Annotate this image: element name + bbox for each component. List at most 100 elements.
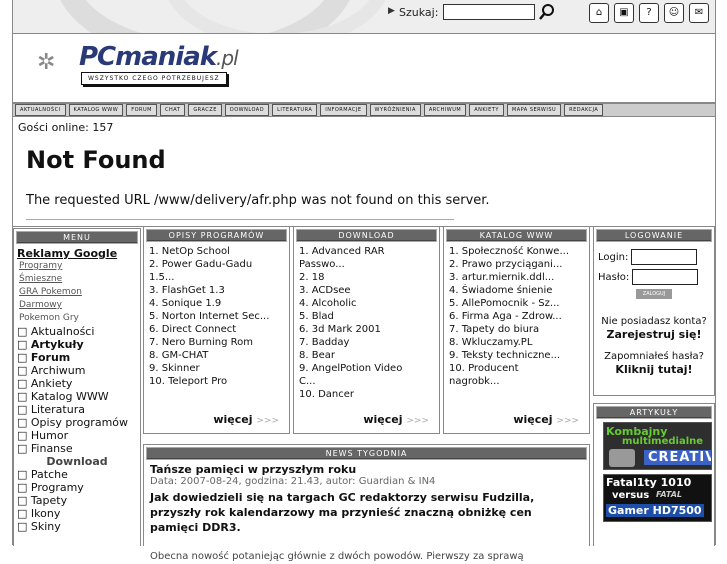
banner-logo: FATAL xyxy=(656,490,682,499)
nav-item[interactable]: AKTUALNOŚCI xyxy=(15,104,66,116)
list-item[interactable]: 5. Blad xyxy=(299,310,434,323)
menu-item[interactable]: □ Forum xyxy=(17,351,137,364)
list-item[interactable]: 6. Firma Aga - Zdrow... xyxy=(449,310,584,323)
menu-item[interactable]: □ Ankiety xyxy=(17,377,137,390)
top-bar: ▶ Szukaj: ⌂ ▣ ? ☺ ✉ xyxy=(13,0,715,34)
menu-item[interactable]: □ Aktualności xyxy=(17,325,137,338)
nav-item[interactable]: REDAKCJA xyxy=(564,104,604,116)
ad-link[interactable]: GRA Pokemon xyxy=(17,286,137,299)
site-header: ✲ PCmaniak.pl WSZYSTKO CZEGO POTRZEBUJES… xyxy=(13,34,715,103)
menu-item[interactable]: □ Opisy programów xyxy=(17,416,137,429)
menu-item[interactable]: □ Finanse xyxy=(17,442,137,455)
top-icon-group: ⌂ ▣ ? ☺ ✉ xyxy=(589,3,709,23)
list-item[interactable]: 8. GM-CHAT xyxy=(149,349,284,362)
nav-item[interactable]: CHAT xyxy=(159,104,186,116)
ads-heading[interactable]: Reklamy Google xyxy=(17,247,137,260)
list-item[interactable]: 10. Producent xyxy=(449,362,584,375)
reset-password-link[interactable]: Kliknij tutaj! xyxy=(594,363,714,377)
help-icon[interactable]: ? xyxy=(639,3,659,23)
list-item[interactable]: 4. Alcoholic xyxy=(299,297,434,310)
news-lead: Jak dowiedzieli się na targach GC redakt… xyxy=(150,491,535,534)
katalog-title: KATALOG WWW xyxy=(446,229,587,242)
list-item[interactable]: 3. ACDsee xyxy=(299,284,434,297)
list-item[interactable]: 3. FlashGet 1.3 xyxy=(149,284,284,297)
nav-item[interactable]: GRACZE xyxy=(188,104,222,116)
list-item[interactable]: 5. Norton Internet Sec... xyxy=(149,310,284,323)
more-link[interactable]: więcej >>> xyxy=(513,413,579,426)
menu-item[interactable]: □ Programy xyxy=(17,481,137,494)
login-button[interactable]: ZALOGUJ xyxy=(636,289,672,299)
list-item[interactable]: 1.5... xyxy=(149,271,284,284)
list-item[interactable]: 2. Power Gadu-Gadu xyxy=(149,258,284,271)
list-item[interactable]: 6. 3d Mark 2001 xyxy=(299,323,434,336)
more-link[interactable]: więcej >>> xyxy=(213,413,279,426)
list-item[interactable]: 9. AngelPotion Video xyxy=(299,362,434,375)
list-item[interactable]: 1. Advanced RAR xyxy=(299,245,434,258)
list-item[interactable]: 3. artur.miernik.ddl... xyxy=(449,271,584,284)
ad-link[interactable]: Programy xyxy=(17,260,137,273)
register-link[interactable]: Zarejestruj się! xyxy=(594,328,714,342)
list-item[interactable]: 10. Teleport Pro xyxy=(149,375,284,388)
list-item[interactable]: 7. Nero Burning Rom xyxy=(149,336,284,349)
list-item[interactable]: 10. Dancer xyxy=(299,388,434,401)
menu-item[interactable]: □ Tapety xyxy=(17,494,137,507)
site-logo[interactable]: PCmaniak.pl xyxy=(79,42,239,72)
nav-item[interactable]: WYRÓŻNIENIA xyxy=(369,104,421,116)
login-input[interactable] xyxy=(631,249,698,265)
menu-item[interactable]: □ Humor xyxy=(17,429,137,442)
home-icon[interactable]: ⌂ xyxy=(589,3,609,23)
logo-brand: PCmaniak xyxy=(79,42,217,72)
search-icon[interactable] xyxy=(538,3,556,21)
ad-link[interactable]: Darmowy xyxy=(17,299,137,312)
list-item[interactable]: nagrobk... xyxy=(449,375,584,388)
list-item[interactable]: C... xyxy=(299,375,434,388)
list-item[interactable]: 1. NetOp School xyxy=(149,245,284,258)
list-item[interactable]: 4. Świadome śnienie xyxy=(449,284,584,297)
list-item[interactable]: 5. AllePomocnik - Sz... xyxy=(449,297,584,310)
list-item[interactable]: 4. Sonique 1.9 xyxy=(149,297,284,310)
list-item[interactable]: 8. Bear xyxy=(299,349,434,362)
list-item[interactable]: Passwo... xyxy=(299,258,434,271)
menu-item[interactable]: □ Patche xyxy=(17,468,137,481)
menu-item[interactable]: □ Ikony xyxy=(17,507,137,520)
menu-item[interactable]: □ Archiwum xyxy=(17,364,137,377)
banner-line: Fatal1ty 1010 xyxy=(606,476,692,489)
nav-item[interactable]: LITERATURA xyxy=(272,104,318,116)
list-item[interactable]: 7. Tapety do biura xyxy=(449,323,584,336)
list-item[interactable]: 1. Społeczność Konwe... xyxy=(449,245,584,258)
ad-link[interactable]: Pokemon Gry xyxy=(17,312,137,325)
nav-item[interactable]: DOWNLOAD xyxy=(224,104,270,116)
login-title: LOGOWANIE xyxy=(596,229,712,242)
list-item[interactable]: 9. Teksty techniczne... xyxy=(449,349,584,362)
list-item[interactable]: 8. Wkluczamy.PL xyxy=(449,336,584,349)
menu-item[interactable]: □ Artykuły xyxy=(17,338,137,351)
list-item[interactable]: 9. Skinner xyxy=(149,362,284,375)
bullet-icon: □ xyxy=(17,481,31,494)
password-input[interactable] xyxy=(632,269,699,285)
list-item[interactable]: 2. Prawo przyciągani... xyxy=(449,258,584,271)
nav-item[interactable]: KATALOG WWW xyxy=(68,104,124,116)
list-item[interactable]: 6. Direct Connect xyxy=(149,323,284,336)
nav-item[interactable]: ARCHIWUM xyxy=(423,104,467,116)
bullet-icon: □ xyxy=(17,494,31,507)
more-link[interactable]: więcej >>> xyxy=(363,413,429,426)
menu-item[interactable]: □ Skiny xyxy=(17,520,137,533)
no-account-text: Nie posiadasz konta? xyxy=(601,316,707,327)
mail-icon[interactable]: ✉ xyxy=(689,3,709,23)
nav-item[interactable]: INFORMACJE xyxy=(320,104,367,116)
creative-banner[interactable]: Kombajny multimedialne CREATIVE xyxy=(603,422,712,470)
list-item[interactable]: 7. Badday xyxy=(299,336,434,349)
download-title: DOWNLOAD xyxy=(296,229,437,242)
list-item[interactable]: 2. 18 xyxy=(299,271,434,284)
nav-item[interactable]: FORUM xyxy=(126,104,157,116)
users-icon[interactable]: ☺ xyxy=(664,3,684,23)
ad-link[interactable]: Śmieszne xyxy=(17,273,137,286)
menu-item[interactable]: □ Literatura xyxy=(17,403,137,416)
search-input[interactable] xyxy=(443,4,535,20)
fatal1ty-banner[interactable]: Fatal1ty 1010 versus FATAL Gamer HD7500 xyxy=(603,474,712,522)
nav-item[interactable]: MAPA SERWISU xyxy=(506,104,562,116)
page-icon[interactable]: ▣ xyxy=(614,3,634,23)
nav-item[interactable]: ANKIETY xyxy=(469,104,504,116)
news-headline[interactable]: Tańsze pamięci w przyszłym roku xyxy=(150,463,583,476)
menu-item[interactable]: □ Katalog WWW xyxy=(17,390,137,403)
